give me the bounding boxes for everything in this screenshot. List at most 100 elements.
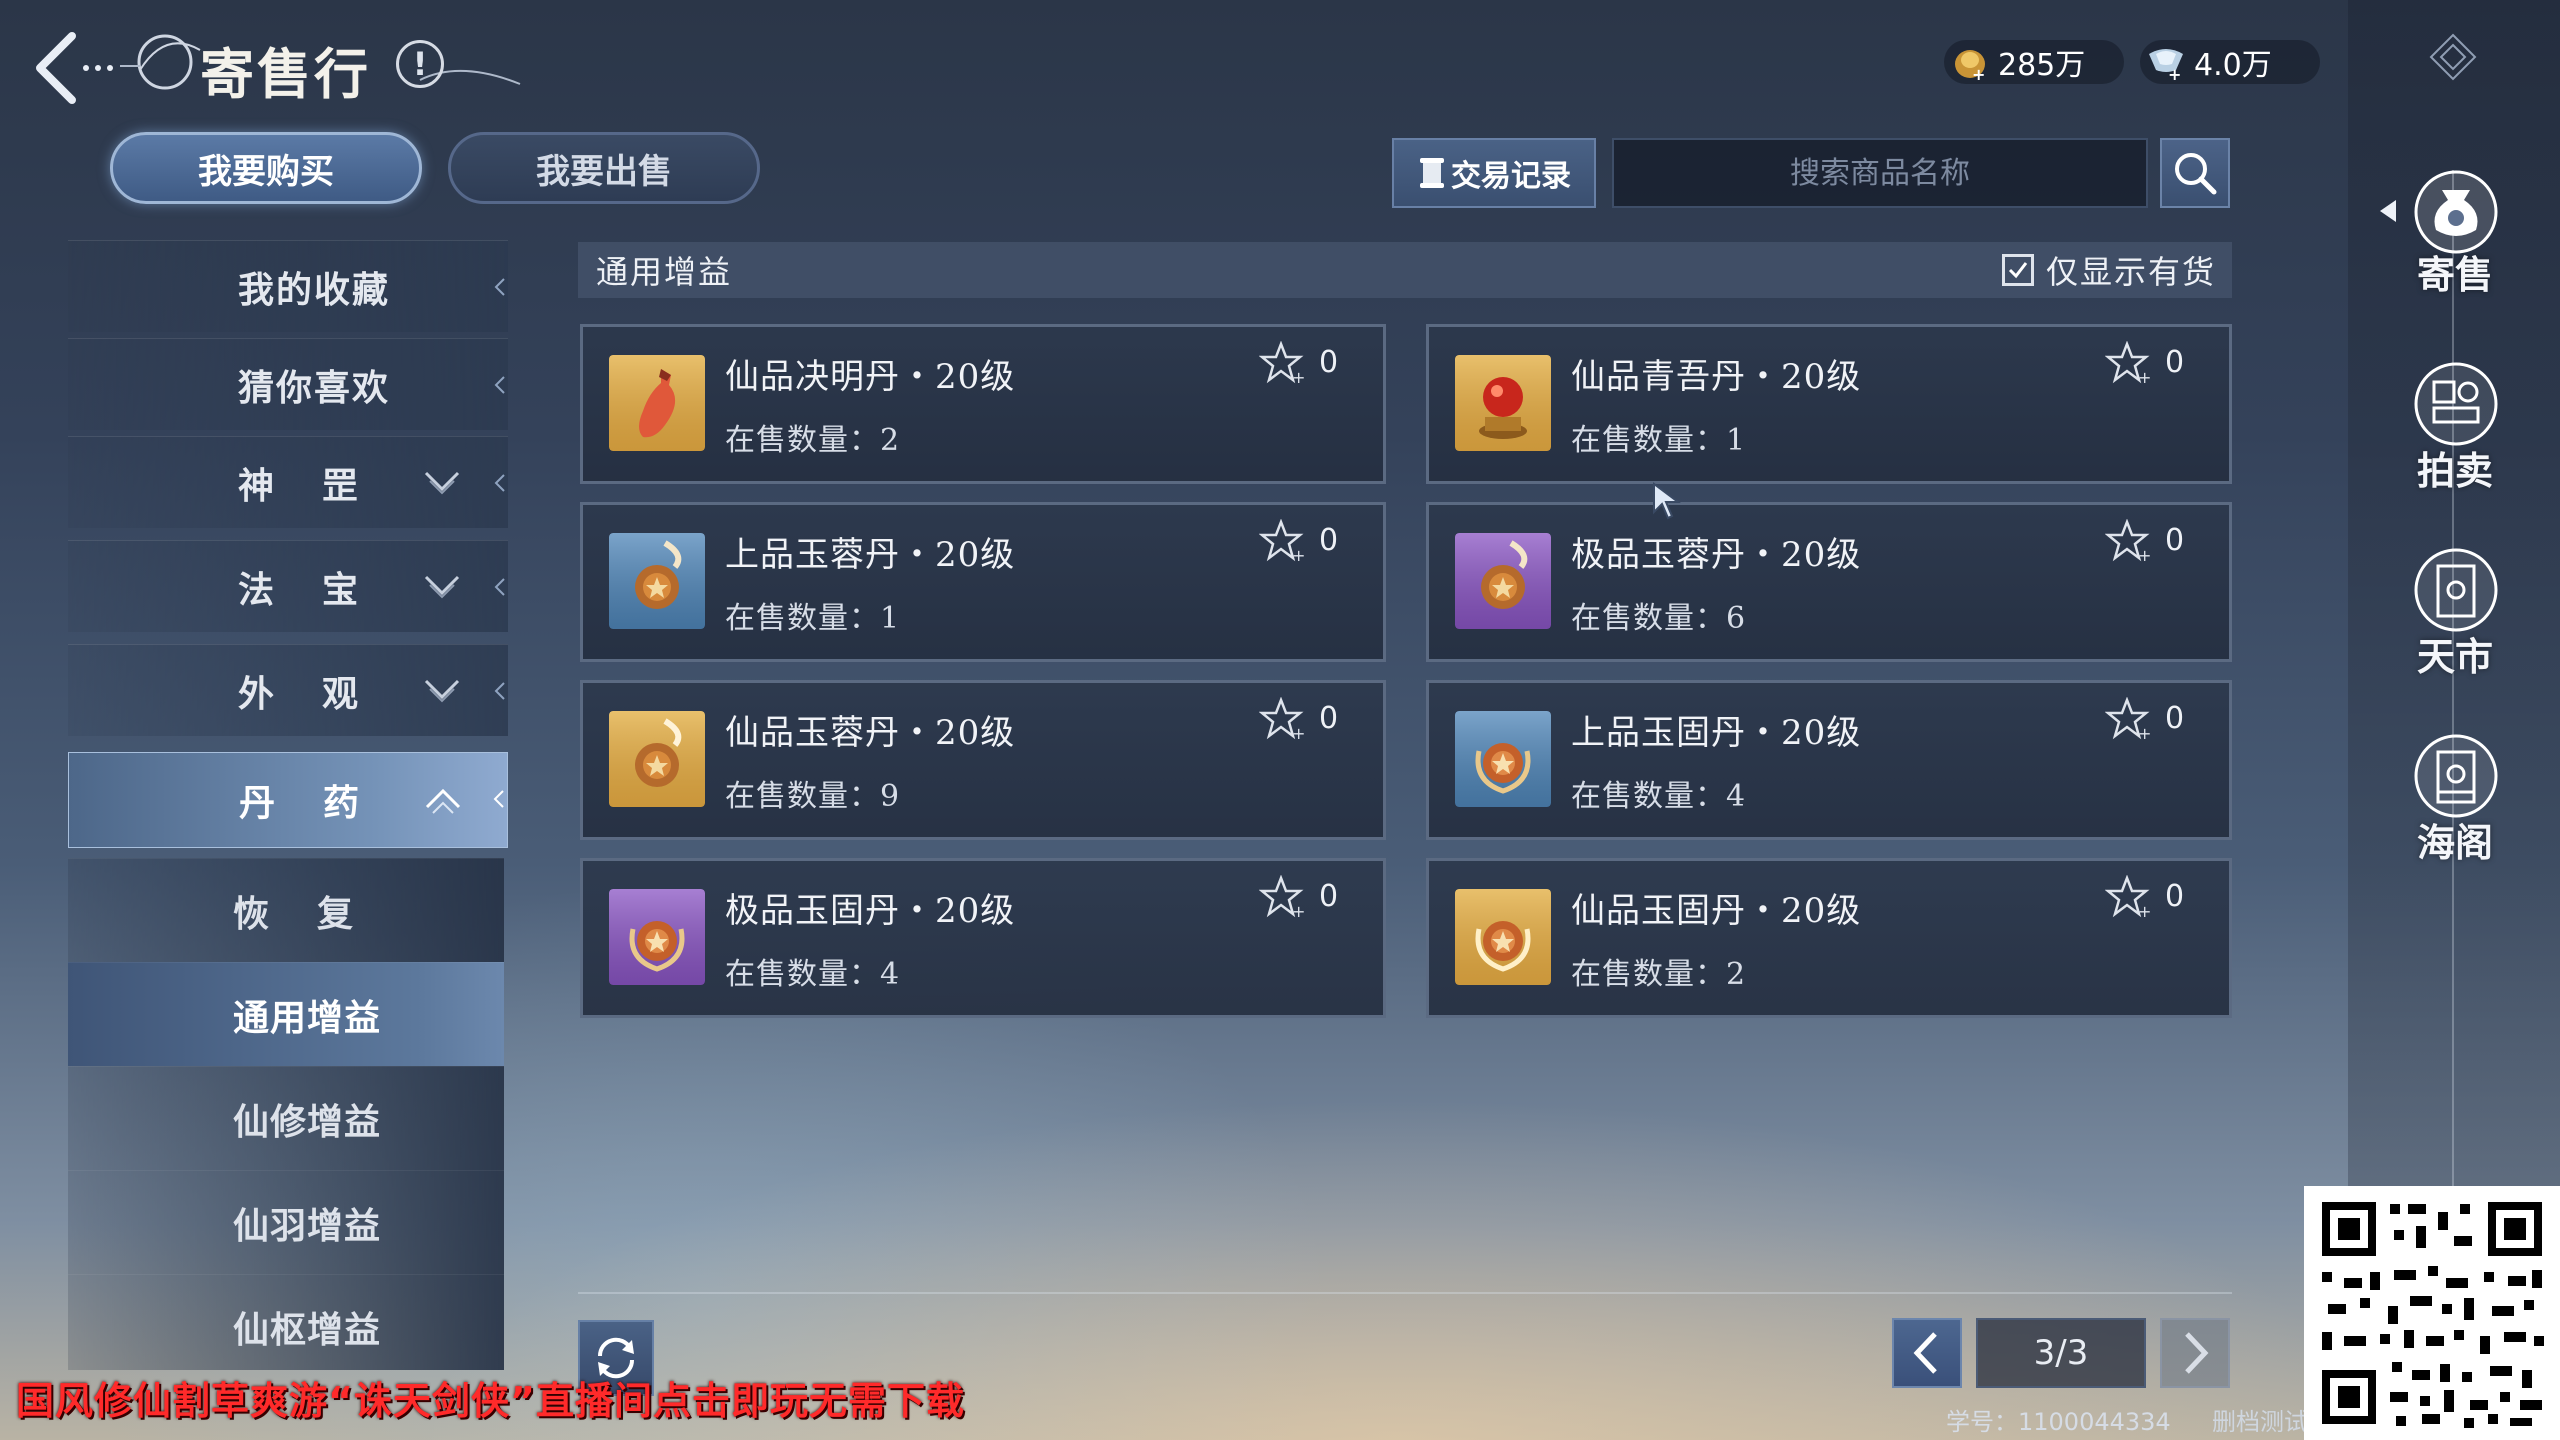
pill-icon bbox=[609, 711, 705, 807]
sidebar-subitem-xianyu[interactable]: 仙羽增益 bbox=[68, 1170, 504, 1274]
sidebar-item-danyao[interactable]: 丹药 bbox=[68, 752, 508, 848]
in-stock-filter[interactable]: 仅显示有货 bbox=[2001, 247, 2216, 293]
search-input[interactable] bbox=[1612, 138, 2148, 208]
favorite-count: 0 bbox=[1319, 345, 1339, 380]
gold-currency[interactable]: + 285万 bbox=[1944, 40, 2124, 84]
svg-text:+: + bbox=[2168, 65, 2181, 82]
sidebar-item-shenzhao[interactable]: 神罡 bbox=[68, 436, 508, 528]
qr-code-icon[interactable] bbox=[2304, 1186, 2560, 1440]
sidebar-item-recommended[interactable]: 猜你喜欢 bbox=[68, 338, 508, 430]
favorite-star-icon[interactable]: + bbox=[1259, 341, 1307, 385]
item-card[interactable]: 上品玉固丹・20级 在售数量：4 + 0 bbox=[1426, 680, 2232, 840]
favorite-count: 0 bbox=[1319, 879, 1339, 914]
back-arrow-icon bbox=[36, 32, 113, 104]
sidebar-item-label: 丹药 bbox=[239, 782, 408, 824]
back-button[interactable] bbox=[28, 28, 118, 108]
search-button[interactable] bbox=[2160, 138, 2230, 208]
rail-tianshi[interactable]: 天市 bbox=[2380, 542, 2530, 692]
item-card[interactable]: 仙品青吾丹・20级 在售数量：1 + 0 bbox=[1426, 324, 2232, 484]
sidebar-item-label: 仙修增益 bbox=[233, 1100, 382, 1143]
item-name: 仙品玉蓉丹・20级 bbox=[725, 713, 1016, 753]
sidebar-item-label: 通用增益 bbox=[233, 996, 382, 1039]
promo-banner[interactable]: 国风修仙割草爽游“诛天剑侠”直播间点击即玩无需下载 bbox=[16, 1370, 965, 1425]
svg-text:+: + bbox=[2138, 902, 2151, 919]
item-card[interactable]: 仙品玉蓉丹・20级 在售数量：9 + 0 bbox=[580, 680, 1386, 840]
trade-record-label: 交易记录 bbox=[1451, 159, 1571, 194]
item-name: 仙品决明丹・20级 bbox=[725, 357, 1016, 397]
item-stock: 在售数量：4 bbox=[725, 957, 901, 992]
gate-icon bbox=[2414, 548, 2498, 632]
tab-sell[interactable]: 我要出售 bbox=[448, 132, 760, 204]
sidebar-item-label: 外观 bbox=[238, 672, 407, 715]
favorite-count: 0 bbox=[2165, 701, 2185, 736]
info-icon[interactable]: ! bbox=[396, 40, 444, 88]
pavilion-icon bbox=[2414, 734, 2498, 818]
favorite-star-icon[interactable]: + bbox=[1259, 697, 1307, 741]
rail-label: 拍卖 bbox=[2416, 448, 2493, 493]
rail-label: 天市 bbox=[2416, 634, 2493, 679]
gold-ingot-icon: + bbox=[1955, 50, 1985, 82]
chevron-right-icon bbox=[2185, 1332, 2209, 1374]
rail-consign[interactable]: 寄售 bbox=[2380, 160, 2530, 310]
item-name: 极品玉固丹・20级 bbox=[725, 891, 1016, 931]
sidebar-item-label: 仙羽增益 bbox=[233, 1204, 382, 1247]
sidebar-item-favorites[interactable]: 我的收藏 bbox=[68, 240, 508, 332]
item-card[interactable]: 极品玉蓉丹・20级 在售数量：6 + 0 bbox=[1426, 502, 2232, 662]
side-notch-icon bbox=[494, 578, 505, 596]
sidebar-subitem-huifu[interactable]: 恢复 bbox=[68, 858, 504, 962]
diamond-ornament-icon bbox=[2429, 33, 2477, 81]
silver-currency[interactable]: + 4.0万 bbox=[2140, 40, 2320, 84]
favorite-star-icon[interactable]: + bbox=[2105, 341, 2153, 385]
item-stock: 在售数量：1 bbox=[725, 601, 901, 636]
chevron-down-icon bbox=[424, 575, 460, 599]
item-stock: 在售数量：6 bbox=[1571, 601, 1747, 636]
tab-buy[interactable]: 我要购买 bbox=[110, 132, 422, 204]
favorite-count: 0 bbox=[2165, 345, 2185, 380]
favorite-star-icon[interactable]: + bbox=[2105, 697, 2153, 741]
rail-label: 海阁 bbox=[2416, 820, 2493, 865]
item-stock: 在售数量：2 bbox=[725, 423, 901, 458]
item-card[interactable]: 上品玉蓉丹・20级 在售数量：1 + 0 bbox=[580, 502, 1386, 662]
silver-amount: 4.0万 bbox=[2194, 48, 2272, 83]
favorite-star-icon[interactable]: + bbox=[1259, 875, 1307, 919]
pill-icon bbox=[609, 889, 705, 985]
favorite-star-icon[interactable]: + bbox=[1259, 519, 1307, 563]
previous-page-button[interactable] bbox=[1892, 1318, 1962, 1388]
chevron-down-icon bbox=[424, 679, 460, 703]
next-page-button[interactable] bbox=[2160, 1318, 2230, 1388]
sidebar-subitem-xianxiu[interactable]: 仙修增益 bbox=[68, 1066, 504, 1170]
in-stock-checkbox[interactable] bbox=[2001, 254, 2034, 286]
side-notch-icon bbox=[493, 790, 504, 808]
item-card[interactable]: 仙品决明丹・20级 在售数量：2 + 0 bbox=[580, 324, 1386, 484]
item-name: 极品玉蓉丹・20级 bbox=[1571, 535, 1862, 575]
svg-text:+: + bbox=[2138, 546, 2151, 563]
item-name: 仙品青吾丹・20级 bbox=[1571, 357, 1862, 397]
favorite-star-icon[interactable]: + bbox=[2105, 875, 2153, 919]
list-divider bbox=[578, 1292, 2232, 1294]
item-stock: 在售数量：2 bbox=[1571, 957, 1747, 992]
rail-auction[interactable]: 拍卖 bbox=[2380, 356, 2530, 506]
silver-ingot-icon: + bbox=[2149, 49, 2183, 82]
rail-haige[interactable]: 海阁 bbox=[2380, 728, 2530, 878]
item-card[interactable]: 仙品玉固丹・20级 在售数量：2 + 0 bbox=[1426, 858, 2232, 1018]
chevron-up-icon bbox=[425, 788, 461, 814]
item-name: 仙品玉固丹・20级 bbox=[1571, 891, 1862, 931]
favorite-count: 0 bbox=[2165, 879, 2185, 914]
favorite-count: 0 bbox=[2165, 523, 2185, 558]
sidebar-item-fabao[interactable]: 法宝 bbox=[68, 540, 508, 632]
student-id: 学号：1100044334 bbox=[1946, 1408, 2171, 1436]
trade-record-button[interactable]: 交易记录 bbox=[1392, 138, 1596, 208]
side-notch-icon bbox=[494, 474, 505, 492]
page-title: 寄售行 bbox=[200, 42, 371, 106]
checkmark-icon bbox=[2008, 262, 2028, 279]
money-bag-icon bbox=[2414, 170, 2498, 254]
rail-label: 寄售 bbox=[2416, 252, 2493, 297]
item-card[interactable]: 极品玉固丹・20级 在售数量：4 + 0 bbox=[580, 858, 1386, 1018]
sidebar-item-waiguan[interactable]: 外观 bbox=[68, 644, 508, 736]
pill-icon bbox=[609, 533, 705, 629]
favorite-star-icon[interactable]: + bbox=[2105, 519, 2153, 563]
sidebar-subitem-xianshu[interactable]: 仙枢增益 bbox=[68, 1274, 504, 1370]
sidebar-subitem-tongyong[interactable]: 通用增益 bbox=[68, 962, 504, 1066]
mouse-cursor-icon bbox=[1653, 482, 1681, 520]
pill-icon bbox=[1455, 711, 1551, 807]
